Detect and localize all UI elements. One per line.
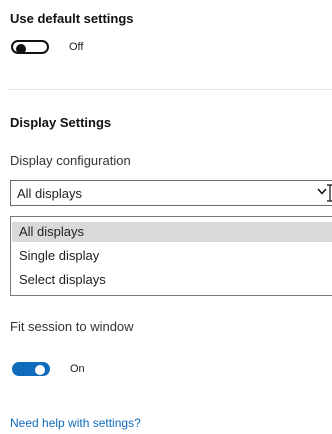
display-configuration-label: Display configuration (10, 153, 131, 168)
use-default-settings-toggle[interactable] (11, 40, 49, 54)
display-configuration-selected-value: All displays (17, 186, 83, 201)
display-settings-title: Display Settings (10, 115, 112, 130)
dropdown-option-all-displays[interactable]: All displays (12, 222, 332, 242)
toggle-knob (16, 44, 26, 54)
display-configuration-select[interactable]: All displays (10, 180, 332, 206)
display-configuration-dropdown: All displays Single display Select displ… (10, 216, 332, 296)
dropdown-option-select-displays[interactable]: Select displays (12, 270, 332, 290)
toggle-knob (35, 365, 45, 375)
use-default-settings-title: Use default settings (10, 11, 134, 26)
dropdown-option-single-display[interactable]: Single display (12, 246, 332, 266)
section-divider (8, 89, 332, 90)
fit-session-label: Fit session to window (10, 319, 134, 334)
text-cursor-icon (327, 184, 332, 202)
use-default-settings-state: Off (69, 41, 84, 53)
help-link[interactable]: Need help with settings? (10, 416, 141, 430)
fit-session-state: On (70, 363, 85, 375)
fit-session-toggle[interactable] (12, 362, 50, 376)
